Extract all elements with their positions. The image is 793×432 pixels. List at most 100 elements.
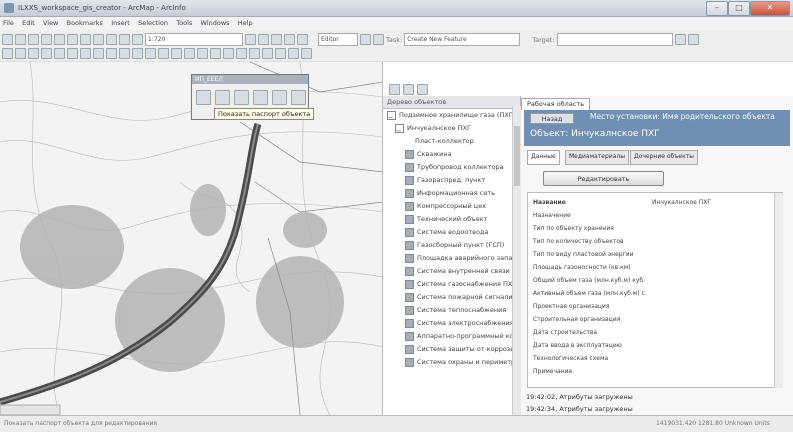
- map-scale-input[interactable]: 1:720: [145, 33, 243, 46]
- save-icon[interactable]: [28, 34, 39, 45]
- open-folder-icon[interactable]: [15, 34, 26, 45]
- menu-bookmarks[interactable]: Bookmarks: [64, 17, 106, 30]
- tree-item[interactable]: Информационная сеть: [405, 187, 495, 200]
- fixed-zoom-out-icon[interactable]: [67, 48, 78, 59]
- tooltip: Показать паспорт объекта: [214, 108, 315, 120]
- find-icon[interactable]: [145, 48, 156, 59]
- arctoolbox-icon[interactable]: [258, 34, 269, 45]
- georef-tool-icon[interactable]: [249, 48, 260, 59]
- editor-menu[interactable]: Editor: [318, 33, 358, 46]
- tree-item[interactable]: Технический объект: [405, 213, 487, 226]
- redo-icon[interactable]: [119, 34, 130, 45]
- back-extent-icon[interactable]: [80, 48, 91, 59]
- menu-view[interactable]: View: [40, 17, 61, 30]
- tree-item[interactable]: − Подземное хранилище газа (ПХГ): [387, 109, 515, 122]
- layer-tool-icon[interactable]: [197, 48, 208, 59]
- undo-icon[interactable]: [106, 34, 117, 45]
- table-icon[interactable]: [215, 90, 230, 105]
- report-icon[interactable]: [272, 90, 287, 105]
- draw-tool-icon[interactable]: [210, 48, 221, 59]
- tree-item[interactable]: Газораспред. пункт: [405, 174, 485, 187]
- tree-item[interactable]: Трубопровод коллектора: [405, 161, 504, 174]
- cut-icon[interactable]: [54, 34, 65, 45]
- menu-edit[interactable]: Edit: [19, 17, 38, 30]
- menu-help[interactable]: Help: [235, 17, 256, 30]
- menu-tools[interactable]: Tools: [173, 17, 195, 30]
- map-tips-icon[interactable]: [184, 48, 195, 59]
- tree-item[interactable]: Пласт-коллектор: [415, 135, 474, 148]
- tree-item[interactable]: Система теплоснабжения: [405, 304, 506, 317]
- passport-icon[interactable]: [196, 90, 211, 105]
- attr-row: Площадь газоносности (кв.км): [533, 264, 631, 271]
- tree-scroll-thumb[interactable]: [514, 126, 520, 186]
- select-elements-icon[interactable]: [119, 48, 130, 59]
- full-extent-icon[interactable]: [41, 48, 52, 59]
- menu-selection[interactable]: Selection: [135, 17, 171, 30]
- tab-media[interactable]: Медиаматериалы: [565, 150, 629, 165]
- settings-icon[interactable]: [291, 90, 306, 105]
- tree-item[interactable]: Система внутренней связи: [405, 265, 510, 278]
- text-tool-icon[interactable]: [223, 48, 234, 59]
- tree-item[interactable]: Площадка аварийного запаса: [405, 252, 520, 265]
- vertex-tool-icon[interactable]: [262, 48, 273, 59]
- hyperlink-icon[interactable]: [171, 48, 182, 59]
- tree-item[interactable]: Компрессорный цех: [405, 200, 486, 213]
- back-button[interactable]: Назад: [530, 113, 574, 124]
- command-line-icon[interactable]: [284, 34, 295, 45]
- attr-scrollbar[interactable]: [774, 193, 783, 388]
- measure-icon[interactable]: [158, 48, 169, 59]
- delete-icon[interactable]: [93, 34, 104, 45]
- sketch-tool-icon[interactable]: [373, 34, 384, 45]
- copy-icon[interactable]: [67, 34, 78, 45]
- snap-tool-icon[interactable]: [275, 48, 286, 59]
- expand-icon[interactable]: [389, 84, 400, 95]
- tree-item[interactable]: − Инчукалнское ПХГ: [395, 122, 471, 135]
- edit-tool-icon[interactable]: [360, 34, 371, 45]
- tree-item[interactable]: Система защиты от коррозии: [405, 343, 519, 356]
- binoculars-icon[interactable]: [417, 84, 428, 95]
- trace-tool-icon[interactable]: [288, 48, 299, 59]
- close-button[interactable]: ✕: [750, 1, 790, 16]
- pan-icon[interactable]: [28, 48, 39, 59]
- catalog-icon[interactable]: [271, 34, 282, 45]
- tab-work-area[interactable]: Рабочая область: [521, 98, 591, 110]
- tab-data[interactable]: Данные: [527, 150, 560, 165]
- tree-item[interactable]: Газосборный пункт (ГСП): [405, 239, 504, 252]
- zoom-out-icon[interactable]: [15, 48, 26, 59]
- refresh-icon[interactable]: [403, 84, 414, 95]
- sketch-properties-icon[interactable]: [687, 34, 699, 45]
- print-icon[interactable]: [41, 34, 52, 45]
- paste-icon[interactable]: [80, 34, 91, 45]
- tree-item[interactable]: Скважина: [405, 148, 452, 161]
- forward-extent-icon[interactable]: [93, 48, 104, 59]
- tree-item[interactable]: Система водоотвода: [405, 226, 488, 239]
- menu-windows[interactable]: Windows: [198, 17, 233, 30]
- menu-file[interactable]: File: [0, 17, 17, 30]
- tree-item[interactable]: Система газоснабжения ПХГ: [405, 278, 516, 291]
- menu-insert[interactable]: Insert: [108, 17, 133, 30]
- identify-icon[interactable]: [132, 48, 143, 59]
- minimize-button[interactable]: –: [706, 1, 728, 16]
- tab-child-objects[interactable]: Дочерние объекты: [630, 150, 698, 165]
- tree-item[interactable]: Система электроснабжения: [405, 317, 514, 330]
- editor-toolbar-icon[interactable]: [245, 34, 256, 45]
- attributes-icon[interactable]: [674, 34, 686, 45]
- edit-button[interactable]: Редактировать: [543, 171, 664, 186]
- grid-icon[interactable]: [234, 90, 249, 105]
- zoom-in-icon[interactable]: [2, 48, 13, 59]
- rotate-tool-icon[interactable]: [236, 48, 247, 59]
- task-dropdown[interactable]: Create New Feature: [404, 33, 521, 46]
- split-tool-icon[interactable]: [301, 48, 312, 59]
- maximize-button[interactable]: □: [728, 1, 750, 16]
- export-icon[interactable]: [253, 90, 268, 105]
- select-features-icon[interactable]: [106, 48, 117, 59]
- target-dropdown[interactable]: [556, 33, 673, 46]
- fixed-zoom-in-icon[interactable]: [54, 48, 65, 59]
- add-data-icon[interactable]: [132, 34, 143, 45]
- menu-bar: File Edit View Bookmarks Insert Selectio…: [0, 17, 793, 30]
- tree-item[interactable]: Система охраны и периметра: [405, 356, 519, 369]
- new-document-icon[interactable]: [2, 34, 13, 45]
- help-pointer-icon[interactable]: [297, 34, 308, 45]
- tools-toolbar: [2, 48, 312, 59]
- tree-scrollbar[interactable]: [512, 106, 521, 415]
